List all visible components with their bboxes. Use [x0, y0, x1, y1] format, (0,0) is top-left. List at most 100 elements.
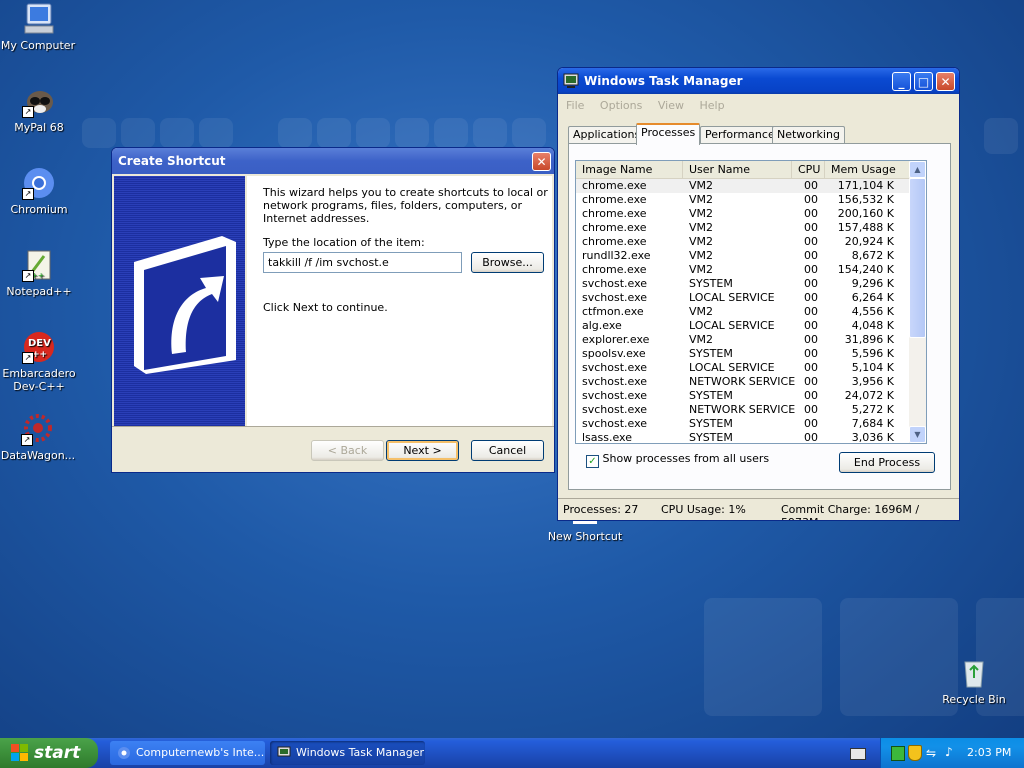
cell-user-name: VM2	[689, 235, 714, 248]
table-row[interactable]: svchost.exe SYSTEM 00 24,072 K	[576, 389, 926, 403]
table-row[interactable]: chrome.exe VM2 00 200,160 K	[576, 207, 926, 221]
column-user-name[interactable]: User Name	[683, 161, 792, 178]
desktop-icon-mypal[interactable]: ↗ MyPal 68	[0, 84, 79, 134]
desktop-icon-devcpp[interactable]: DEV ++ ↗ Embarcadero Dev-C++	[0, 330, 79, 393]
cell-cpu: 00	[804, 333, 818, 346]
cancel-button[interactable]: Cancel	[471, 440, 544, 461]
table-row[interactable]: chrome.exe VM2 00 156,532 K	[576, 193, 926, 207]
next-button[interactable]: Next >	[386, 440, 459, 461]
scroll-thumb[interactable]	[909, 178, 926, 338]
window-title: Windows Task Manager	[584, 74, 743, 88]
cell-cpu: 00	[804, 291, 818, 304]
table-row[interactable]: chrome.exe VM2 00 20,924 K	[576, 235, 926, 249]
table-row[interactable]: chrome.exe VM2 00 154,240 K	[576, 263, 926, 277]
taskbar-button-task-manager[interactable]: Windows Task Manager	[270, 741, 425, 765]
cell-mem-usage: 157,488 K	[837, 221, 894, 234]
column-image-name[interactable]: Image Name	[576, 161, 683, 178]
table-row[interactable]: alg.exe LOCAL SERVICE 00 4,048 K	[576, 319, 926, 333]
wallpaper-tile	[434, 118, 468, 148]
network-icon[interactable]: ⇋	[926, 746, 936, 760]
desktop-icon-chromium[interactable]: ↗ Chromium	[0, 166, 79, 216]
chromium-icon: ↗	[22, 166, 56, 200]
volume-icon[interactable]: ♪	[945, 745, 953, 759]
column-mem-usage[interactable]: Mem Usage	[825, 161, 908, 178]
desktop-icon-recycle-bin[interactable]: Recycle Bin	[934, 656, 1014, 706]
computer-icon	[21, 2, 55, 36]
table-row[interactable]: svchost.exe LOCAL SERVICE 00 5,104 K	[576, 361, 926, 375]
security-shield-icon[interactable]	[908, 745, 922, 761]
cell-mem-usage: 4,556 K	[851, 305, 894, 318]
cell-cpu: 00	[804, 277, 818, 290]
vertical-scrollbar[interactable]: ▲ ▼	[909, 161, 926, 443]
table-row[interactable]: chrome.exe VM2 00 171,104 K	[576, 179, 926, 193]
tab-networking[interactable]: Networking	[772, 126, 845, 144]
start-label: start	[34, 743, 81, 763]
table-row[interactable]: svchost.exe NETWORK SERVICE 00 3,956 K	[576, 375, 926, 389]
location-input[interactable]	[263, 252, 462, 273]
close-button[interactable]: ✕	[532, 152, 551, 171]
table-row[interactable]: ctfmon.exe VM2 00 4,556 K	[576, 305, 926, 319]
tab-applications[interactable]: Applications	[568, 126, 646, 144]
cell-cpu: 00	[804, 179, 818, 192]
tray-app-icon[interactable]	[891, 746, 905, 761]
keyboard-icon[interactable]	[850, 748, 866, 760]
table-row[interactable]: svchost.exe SYSTEM 00 7,684 K	[576, 417, 926, 431]
column-cpu[interactable]: CPU	[792, 161, 825, 178]
tab-processes[interactable]: Processes	[636, 123, 701, 145]
table-row[interactable]: spoolsv.exe SYSTEM 00 5,596 K	[576, 347, 926, 361]
datawagon-icon: ↗	[21, 412, 55, 446]
devcpp-icon: DEV ++ ↗	[22, 330, 56, 364]
menu-options[interactable]: Options	[600, 99, 642, 112]
shortcut-arrow-icon: ↗	[22, 106, 34, 118]
show-all-checkbox-row[interactable]: ✓ Show processes from all users	[586, 452, 769, 468]
minimize-button[interactable]: _	[892, 72, 911, 91]
table-row[interactable]: lsass.exe SYSTEM 00 3,036 K	[576, 431, 926, 443]
table-row[interactable]: svchost.exe SYSTEM 00 9,296 K	[576, 277, 926, 291]
table-row[interactable]: rundll32.exe VM2 00 8,672 K	[576, 249, 926, 263]
cell-image-name: chrome.exe	[582, 179, 647, 192]
process-list[interactable]: Image Name User Name CPU Mem Usage chrom…	[575, 160, 927, 444]
maximize-button[interactable]: □	[914, 72, 933, 91]
cell-cpu: 00	[804, 403, 818, 416]
menu-view[interactable]: View	[658, 99, 684, 112]
svg-text:DEV: DEV	[28, 338, 51, 349]
browse-button[interactable]: Browse...	[471, 252, 544, 273]
shortcut-arrow-icon: ↗	[22, 188, 34, 200]
cell-user-name: VM2	[689, 249, 714, 262]
table-row[interactable]: svchost.exe NETWORK SERVICE 00 5,272 K	[576, 403, 926, 417]
cell-image-name: explorer.exe	[582, 333, 650, 346]
table-row[interactable]: explorer.exe VM2 00 31,896 K	[576, 333, 926, 347]
cell-mem-usage: 171,104 K	[837, 179, 894, 192]
cell-cpu: 00	[804, 361, 818, 374]
windows-logo-icon	[11, 744, 28, 761]
menu-help[interactable]: Help	[699, 99, 724, 112]
wallpaper-tile	[704, 598, 822, 716]
scroll-up-icon[interactable]: ▲	[909, 161, 926, 178]
scroll-down-icon[interactable]: ▼	[909, 426, 926, 443]
shortcut-wizard-icon	[114, 176, 245, 426]
chromium-icon	[118, 747, 130, 759]
show-all-checkbox[interactable]: ✓	[586, 455, 599, 468]
desktop-icon-notepadpp[interactable]: ++ ↗ Notepad++	[0, 248, 79, 298]
tab-performance[interactable]: Performance	[700, 126, 780, 144]
menu-file[interactable]: File	[566, 99, 584, 112]
desktop-icon-my-computer[interactable]: My Computer	[0, 2, 78, 52]
wallpaper-tile	[160, 118, 194, 148]
desktop-icon-datawagon[interactable]: ↗ DataWagon...	[0, 412, 78, 462]
back-button[interactable]: < Back	[311, 440, 384, 461]
task-manager-titlebar[interactable]: Windows Task Manager _ □ ✕	[558, 68, 959, 94]
wizard-footer: < Back Next > Cancel	[112, 426, 554, 472]
table-row[interactable]: chrome.exe VM2 00 157,488 K	[576, 221, 926, 235]
clock[interactable]: 2:03 PM	[967, 746, 1011, 759]
table-row[interactable]: svchost.exe LOCAL SERVICE 00 6,264 K	[576, 291, 926, 305]
cell-user-name: VM2	[689, 263, 714, 276]
cell-cpu: 00	[804, 207, 818, 220]
cell-user-name: VM2	[689, 221, 714, 234]
close-button[interactable]: ✕	[936, 72, 955, 91]
cell-mem-usage: 200,160 K	[837, 207, 894, 220]
cell-image-name: svchost.exe	[582, 417, 648, 430]
end-process-button[interactable]: End Process	[839, 452, 935, 473]
start-button[interactable]: start	[0, 738, 98, 768]
create-shortcut-titlebar[interactable]: Create Shortcut ✕	[112, 148, 554, 174]
taskbar-button-chromium[interactable]: Computernewb's Inte...	[110, 741, 265, 765]
